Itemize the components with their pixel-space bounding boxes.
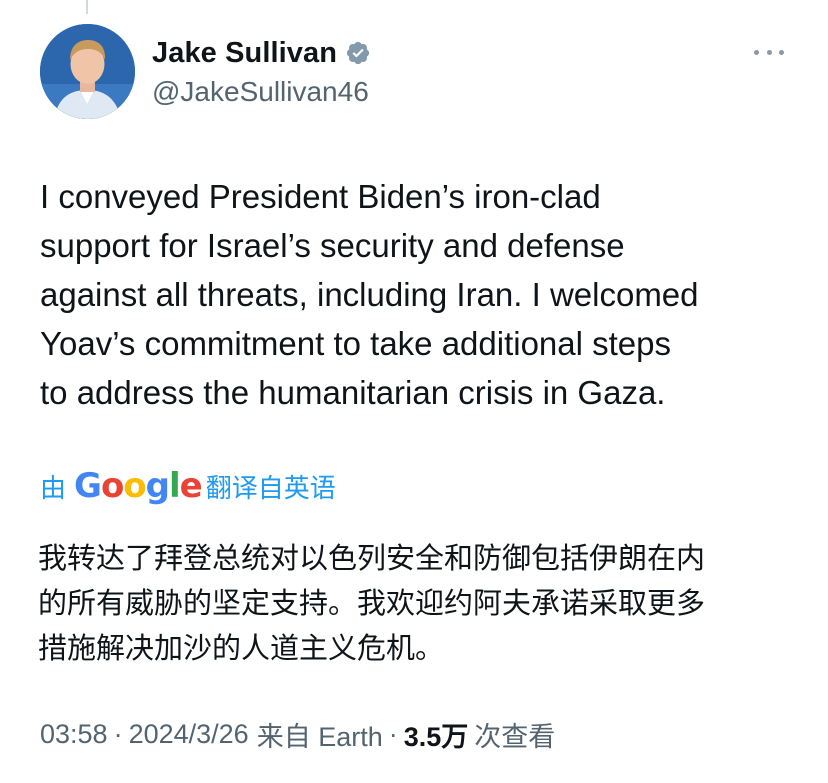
translated-text-line: 的所有威胁的坚定支持。我欢迎约阿夫承诺采取更多: [38, 586, 706, 620]
avatar[interactable]: [40, 24, 135, 119]
verified-badge-icon: [345, 40, 371, 66]
tweet-text-line: support for Israel’s security and defens…: [40, 227, 625, 264]
tweet-text-line: I conveyed President Biden’s iron-clad: [40, 178, 601, 215]
views-label: 次查看: [474, 721, 556, 752]
tweet-time[interactable]: 03:58: [40, 719, 108, 750]
more-dot: [779, 49, 784, 55]
author-handle[interactable]: @JakeSullivan46: [152, 76, 369, 108]
thread-line: [86, 0, 88, 14]
tweet-metadata: 03:58 · 2024/3/26 来自 Earth · 3.5万 次查看: [40, 714, 555, 754]
translation-suffix: 翻译自英语: [205, 472, 336, 503]
author-display-name[interactable]: Jake Sullivan: [152, 37, 337, 70]
more-dot: [754, 49, 759, 55]
tweet-source: 来自 Earth: [256, 721, 383, 752]
more-options-icon[interactable]: [754, 42, 784, 62]
translation-attribution[interactable]: 由 Google 翻译自英语: [40, 464, 336, 508]
tweet-date[interactable]: 2024/3/26: [129, 719, 249, 750]
tweet-text-line: to address the humanitarian crisis in Ga…: [40, 374, 666, 411]
meta-separator: ·: [113, 718, 123, 749]
translated-text: 我转达了拜登总统对以色列安全和防御包括伊朗在内 的所有威胁的坚定支持。我欢迎约阿…: [38, 536, 808, 671]
google-logo: Google: [74, 466, 203, 506]
translated-text-line: 措施解决加沙的人道主义危机。: [38, 631, 445, 665]
more-dot: [766, 49, 772, 55]
avatar-image: [40, 24, 135, 119]
author-name-row: Jake Sullivan: [152, 36, 371, 70]
views-count[interactable]: 3.5万: [404, 715, 469, 754]
tweet-text: I conveyed President Biden’s iron-clad s…: [40, 172, 800, 417]
translation-prefix: 由: [40, 472, 67, 503]
tweet-text-line: against all threats, including Iran. I w…: [40, 276, 699, 313]
tweet-text-line: Yoav’s commitment to take additional ste…: [40, 325, 672, 362]
translated-text-line: 我转达了拜登总统对以色列安全和防御包括伊朗在内: [38, 541, 706, 575]
meta-separator: ·: [388, 718, 398, 749]
